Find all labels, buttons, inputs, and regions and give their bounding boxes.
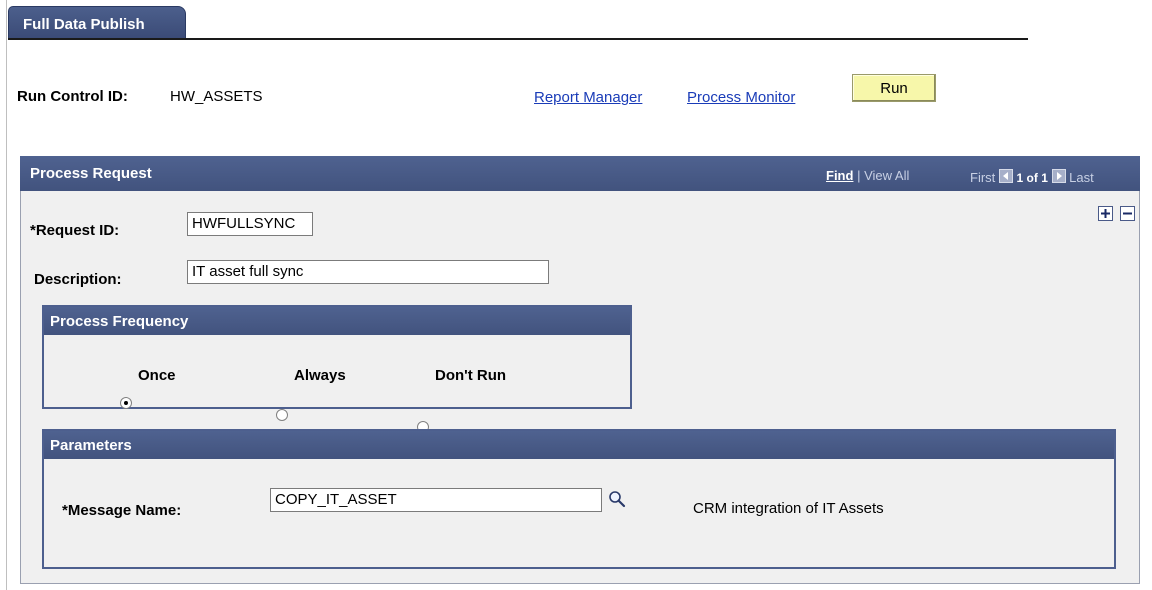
radio-once[interactable] — [120, 397, 132, 409]
tab-underline — [8, 38, 1028, 40]
radio-always[interactable] — [276, 409, 288, 421]
run-control-label: Run Control ID: — [17, 88, 128, 105]
request-id-label: *Request ID: — [30, 222, 120, 239]
first-link[interactable]: First — [970, 170, 995, 185]
run-button[interactable]: Run — [852, 74, 936, 102]
magnifier-icon[interactable] — [608, 490, 626, 512]
nav-separator: | — [857, 168, 861, 183]
radio-always-label: Always — [294, 367, 346, 384]
run-control-value: HW_ASSETS — [170, 88, 263, 105]
message-name-field[interactable]: COPY_IT_ASSET — [270, 488, 602, 512]
tab-full-data-publish[interactable]: Full Data Publish — [8, 6, 186, 38]
find-link[interactable]: Find — [826, 168, 853, 183]
process-frequency-group: Process Frequency Once Always Don't Run — [42, 305, 632, 433]
left-arrow-icon[interactable] — [998, 169, 1013, 183]
grid-navigation: Find | View All — [826, 168, 909, 183]
description-field[interactable]: IT asset full sync — [187, 260, 549, 284]
process-request-header: Process Request Find | View All First 1 … — [20, 156, 1140, 191]
last-link[interactable]: Last — [1069, 170, 1094, 185]
message-description: CRM integration of IT Assets — [693, 500, 884, 517]
radio-once-label: Once — [138, 367, 176, 384]
request-id-field[interactable]: HWFULLSYNC — [187, 212, 313, 236]
page-left-border — [6, 0, 7, 590]
minus-icon[interactable] — [1120, 206, 1135, 221]
message-name-label: *Message Name: — [62, 502, 182, 519]
row-navigation: First 1 of 1 Last — [970, 168, 1094, 185]
process-frequency-title: Process Frequency — [44, 307, 630, 335]
process-request-title: Process Request — [30, 165, 152, 182]
right-arrow-icon[interactable] — [1051, 169, 1066, 183]
parameters-title: Parameters — [44, 431, 1114, 459]
radio-dont-run-label: Don't Run — [435, 367, 507, 384]
process-monitor-link[interactable]: Process Monitor — [687, 89, 795, 106]
row-counter: 1 of 1 — [1016, 171, 1048, 185]
report-manager-link[interactable]: Report Manager — [534, 89, 642, 106]
view-all-link[interactable]: View All — [864, 168, 909, 183]
parameters-group: Parameters *Message Name: COPY_IT_ASSET … — [42, 429, 1116, 569]
plus-icon[interactable] — [1098, 206, 1113, 221]
description-label: Description: — [34, 271, 122, 288]
